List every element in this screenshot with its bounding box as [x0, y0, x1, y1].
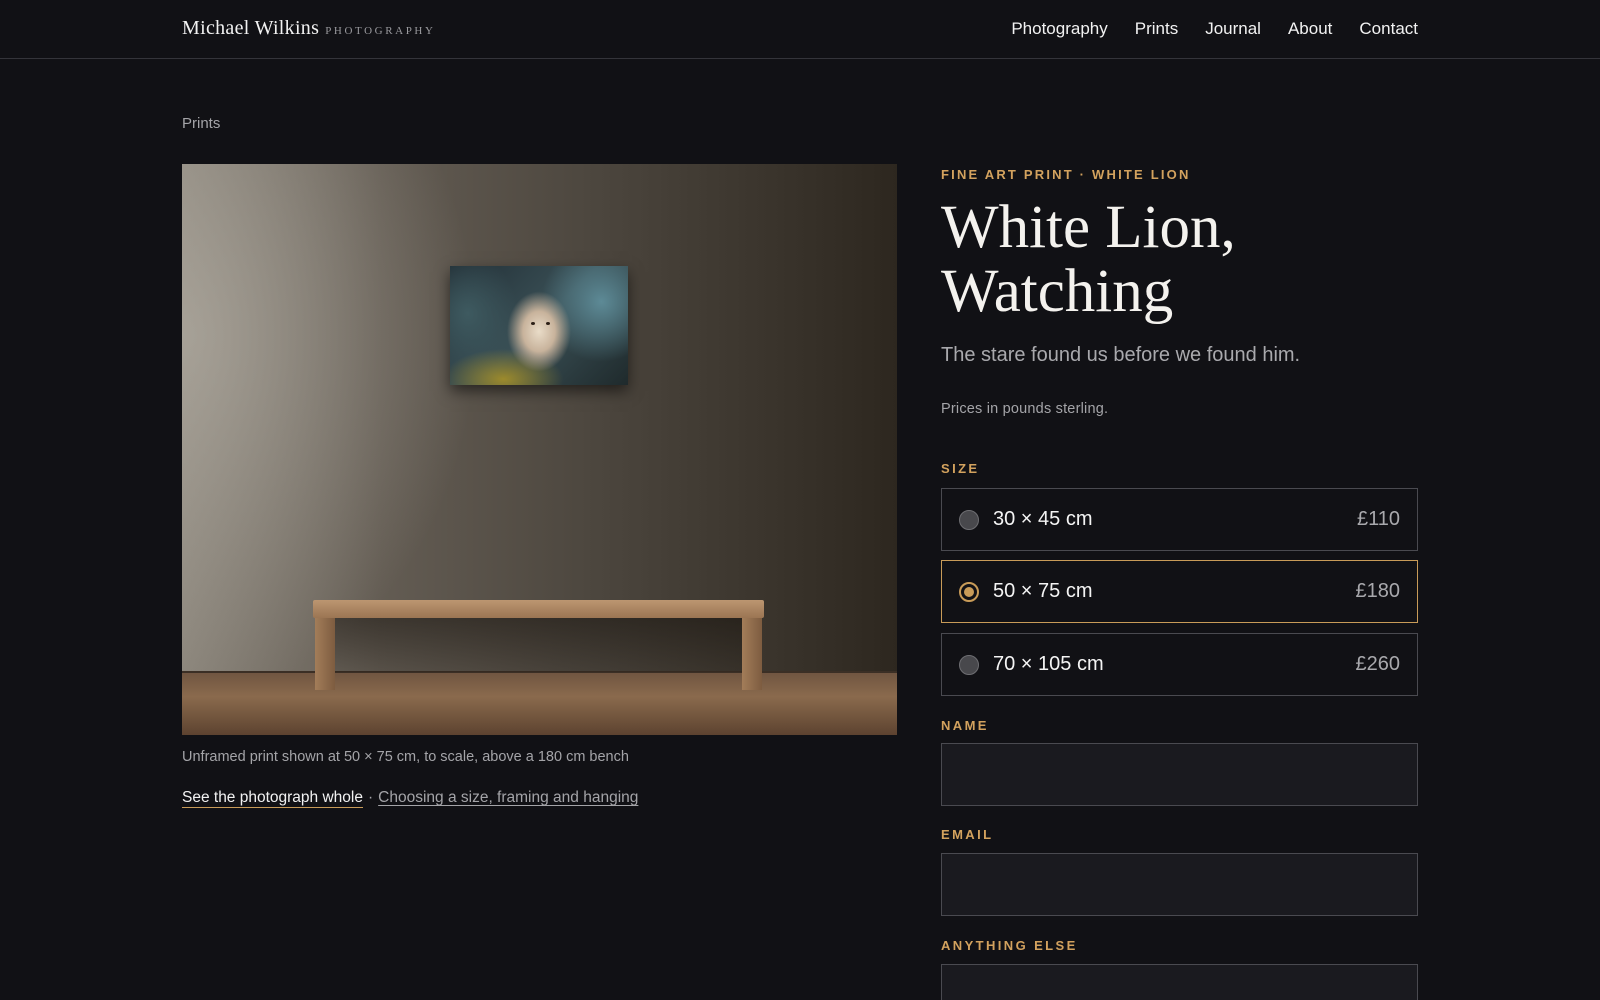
floor [182, 671, 897, 735]
bench-leg-left [315, 616, 335, 690]
bench [313, 600, 764, 618]
radio-icon[interactable] [959, 510, 979, 530]
size-option-dimensions: 30 × 45 cm [993, 508, 1093, 530]
brand-logo[interactable]: Michael Wilkins PHOTOGRAPHY [182, 17, 436, 40]
product-eyebrow: FINE ART PRINT · WHITE LION [941, 167, 1191, 182]
product-subtitle: The stare found us before we found him. [941, 344, 1301, 366]
link-separator: · [367, 789, 374, 806]
nav-link-about[interactable]: About [1288, 19, 1332, 39]
anything-else-label: ANYTHING ELSE [941, 938, 1078, 953]
size-option-dimensions: 70 × 105 cm [993, 653, 1104, 675]
size-label: SIZE [941, 461, 980, 476]
name-field[interactable] [941, 743, 1418, 806]
size-option-dimensions: 50 × 75 cm [993, 580, 1093, 602]
product-title: White Lion, Watching [941, 194, 1236, 325]
size-option-price: £110 [1356, 508, 1400, 530]
image-links: See the photograph whole · Choosing a size… [182, 789, 638, 808]
main-nav: Photography Prints Journal About Contact [1011, 19, 1418, 39]
lion-print [450, 266, 628, 385]
sizing-guide-link[interactable]: Choosing a size, framing and hanging [378, 789, 638, 806]
nav-link-journal[interactable]: Journal [1205, 19, 1261, 39]
nav-link-prints[interactable]: Prints [1135, 19, 1178, 39]
bench-shadow [332, 616, 744, 672]
brand-name: Michael Wilkins [182, 17, 320, 39]
room-mockup-image[interactable] [182, 164, 897, 735]
email-label: EMAIL [941, 827, 994, 842]
nav-link-photography[interactable]: Photography [1011, 19, 1107, 39]
size-option-price: £260 [1355, 653, 1401, 675]
nav-link-contact[interactable]: Contact [1359, 19, 1418, 39]
see-photograph-link[interactable]: See the photograph whole [182, 789, 363, 808]
bench-leg-right [742, 616, 762, 690]
image-caption: Unframed print shown at 50 × 75 cm, to s… [182, 749, 629, 765]
size-option-70x105[interactable]: 70 × 105 cm £260 [941, 633, 1418, 696]
currency-note: Prices in pounds sterling. [941, 401, 1109, 417]
site-header: Michael Wilkins PHOTOGRAPHY Photography P… [0, 0, 1600, 59]
size-option-50x75[interactable]: 50 × 75 cm £180 [941, 560, 1418, 623]
size-option-30x45[interactable]: 30 × 45 cm £110 [941, 488, 1418, 551]
radio-icon[interactable] [959, 655, 979, 675]
email-field[interactable] [941, 853, 1418, 916]
brand-subtitle: PHOTOGRAPHY [325, 25, 436, 37]
size-option-price: £180 [1355, 580, 1401, 602]
radio-selected-icon[interactable] [959, 582, 979, 602]
anything-else-field[interactable] [941, 964, 1418, 1000]
breadcrumb[interactable]: Prints [182, 115, 220, 132]
name-label: NAME [941, 718, 989, 733]
lion-eye-left [531, 322, 535, 325]
lion-eye-right [546, 322, 550, 325]
